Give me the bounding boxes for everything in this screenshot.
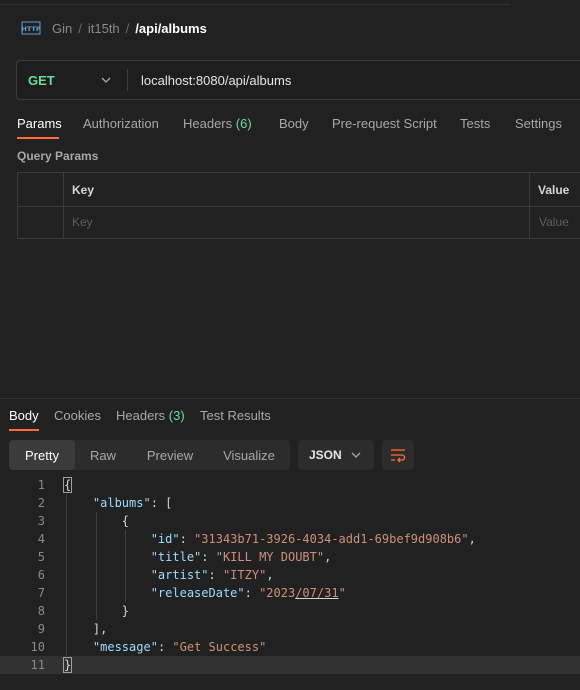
line-number: 1 bbox=[37, 478, 45, 492]
line-number: 8 bbox=[37, 604, 45, 618]
chevron-down-icon[interactable] bbox=[100, 74, 112, 86]
tab-headers-count: (6) bbox=[235, 116, 252, 131]
json-string-part: " bbox=[338, 586, 346, 600]
json-key: "id" bbox=[150, 532, 180, 546]
code-line: 8 } bbox=[0, 602, 580, 620]
response-tab-headers-count: (3) bbox=[168, 408, 185, 423]
request-bar: GET localhost:8080/api/albums bbox=[16, 60, 580, 100]
response-tab-test-results[interactable]: Test Results bbox=[200, 408, 271, 428]
wrap-lines-button[interactable] bbox=[382, 440, 414, 470]
param-value-input[interactable]: Value bbox=[539, 215, 569, 229]
svg-text:HTTP: HTTP bbox=[21, 25, 40, 33]
tab-tests[interactable]: Tests bbox=[460, 116, 490, 136]
line-number: 4 bbox=[37, 532, 45, 546]
tab-settings[interactable]: Settings bbox=[515, 116, 562, 136]
code-line-current: 11 } bbox=[0, 656, 580, 674]
tab-body[interactable]: Body bbox=[279, 116, 309, 136]
line-number: 6 bbox=[37, 568, 45, 582]
line-number: 10 bbox=[30, 640, 45, 654]
line-number: 3 bbox=[37, 514, 45, 528]
view-visualize-button[interactable]: Visualize bbox=[213, 440, 285, 470]
format-select-label: JSON bbox=[309, 448, 342, 462]
tab-params[interactable]: Params bbox=[17, 116, 62, 136]
query-params-table: Key Value Key Value bbox=[17, 172, 580, 239]
code-line: 4 "id": "31343b71-3926-4034-add1-69bef9d… bbox=[0, 530, 580, 548]
breadcrumb-workspace[interactable]: Gin bbox=[52, 21, 72, 36]
breadcrumb: HTTP Gin / it15th / /api/albums bbox=[21, 18, 207, 38]
breadcrumb-separator: / bbox=[125, 20, 130, 36]
url-input[interactable]: localhost:8080/api/albums bbox=[141, 61, 291, 99]
line-number: 9 bbox=[37, 622, 45, 636]
line-number: 11 bbox=[30, 658, 45, 672]
json-string: "ITZY" bbox=[222, 568, 267, 582]
json-string: "KILL MY DOUBT" bbox=[215, 550, 325, 564]
query-params-title: Query Params bbox=[17, 149, 99, 163]
tab-authorization[interactable]: Authorization bbox=[83, 116, 159, 136]
tab-headers-label: Headers bbox=[183, 116, 233, 131]
column-header-key: Key bbox=[72, 183, 95, 197]
line-number: 2 bbox=[37, 496, 45, 510]
code-line: 10 "message": "Get Success" bbox=[0, 638, 580, 656]
table-divider bbox=[529, 173, 530, 238]
json-string-part: "2023 bbox=[259, 586, 296, 600]
code-line: 9 ], bbox=[0, 620, 580, 638]
json-key: "title" bbox=[150, 550, 202, 564]
json-key: "albums" bbox=[92, 496, 151, 510]
tab-headers[interactable]: Headers (6) bbox=[183, 116, 252, 136]
code-line: 1 { bbox=[0, 476, 580, 494]
json-key: "message" bbox=[92, 640, 158, 654]
table-divider bbox=[63, 173, 64, 238]
breadcrumb-separator: / bbox=[78, 20, 82, 36]
breadcrumb-current[interactable]: /api/albums bbox=[135, 21, 207, 36]
wrap-lines-icon bbox=[391, 449, 406, 463]
json-string-part: /07/31 bbox=[295, 586, 339, 600]
code-line: 3 { bbox=[0, 512, 580, 530]
http-icon: HTTP bbox=[21, 21, 41, 35]
response-body-viewer[interactable]: 1 { 2 "albums": [ 3 { 4 "id": "31343b71-… bbox=[0, 476, 580, 674]
code-line: 5 "title": "KILL MY DOUBT", bbox=[0, 548, 580, 566]
json-string: "31343b71-3926-4034-add1-69bef9d908b6" bbox=[194, 532, 469, 546]
table-header-row bbox=[18, 173, 580, 207]
method-select[interactable]: GET bbox=[28, 61, 55, 99]
bracket-match: } bbox=[62, 657, 73, 673]
response-divider[interactable] bbox=[0, 398, 580, 399]
format-select[interactable]: JSON bbox=[298, 440, 374, 470]
json-key: "artist" bbox=[150, 568, 209, 582]
breadcrumb-collection[interactable]: it15th bbox=[88, 21, 120, 36]
active-response-tab-indicator bbox=[9, 429, 39, 431]
window-top-edge bbox=[0, 0, 510, 5]
response-tab-body[interactable]: Body bbox=[9, 408, 39, 428]
bracket-match: { bbox=[62, 477, 73, 493]
view-mode-segmented: Pretty Raw Preview Visualize bbox=[9, 440, 290, 470]
code-line: 2 "albums": [ bbox=[0, 494, 580, 512]
request-bar-divider bbox=[127, 69, 128, 91]
json-string: "2023/07/31" bbox=[259, 586, 346, 600]
response-tab-headers-label: Headers bbox=[116, 408, 166, 423]
json-key: "releaseDate" bbox=[150, 586, 245, 600]
active-tab-indicator bbox=[17, 137, 59, 139]
view-preview-button[interactable]: Preview bbox=[135, 440, 205, 470]
response-tab-cookies[interactable]: Cookies bbox=[54, 408, 101, 428]
view-pretty-button[interactable]: Pretty bbox=[9, 440, 75, 470]
view-raw-button[interactable]: Raw bbox=[79, 440, 127, 470]
column-header-value: Value bbox=[538, 183, 570, 197]
json-string: "Get Success" bbox=[172, 640, 267, 654]
line-number: 7 bbox=[37, 586, 45, 600]
tab-pre-request-script[interactable]: Pre-request Script bbox=[332, 116, 437, 136]
chevron-down-icon bbox=[351, 452, 361, 458]
code-line: 6 "artist": "ITZY", bbox=[0, 566, 580, 584]
response-tab-headers[interactable]: Headers (3) bbox=[116, 408, 185, 428]
line-number: 5 bbox=[37, 550, 45, 564]
param-key-input[interactable]: Key bbox=[72, 215, 93, 229]
code-line: 7 "releaseDate": "2023/07/31" bbox=[0, 584, 580, 602]
